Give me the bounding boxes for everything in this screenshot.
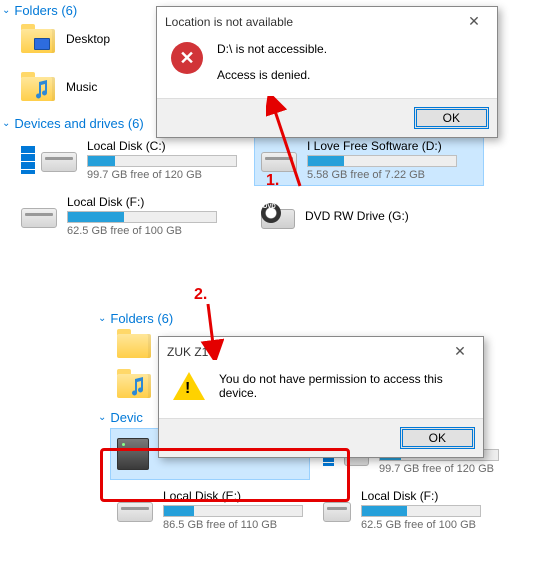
drive-name: Local Disk (F:)	[361, 489, 499, 503]
folder-icon	[20, 72, 56, 102]
annotation-arrow-2	[200, 300, 224, 360]
dialog-message-2: Access is denied.	[217, 68, 327, 82]
dialog-location-unavailable: Location is not available ✕ ✕ D:\ is not…	[156, 6, 498, 138]
chevron-down-icon: ⌄	[98, 313, 106, 324]
capacity-bar	[361, 505, 481, 517]
dialog-title: Location is not available	[165, 15, 293, 29]
chevron-down-icon: ⌄	[98, 412, 106, 423]
warning-icon	[173, 372, 205, 400]
windows-stripe-icon	[21, 146, 35, 174]
drive-free: 86.5 GB free of 110 GB	[163, 519, 303, 531]
chevron-down-icon: ⌄	[2, 5, 10, 16]
drive-icon	[41, 148, 77, 172]
drive-name: I Love Free Software (D:)	[307, 139, 477, 153]
drive-icon	[21, 204, 57, 228]
ok-button[interactable]: OK	[414, 107, 489, 129]
nested-devices-label: Devic	[110, 410, 143, 425]
nested-folders-label: Folders (6)	[110, 311, 173, 326]
ok-button[interactable]: OK	[400, 427, 475, 449]
drive-free: 5.58 GB free of 7.22 GB	[307, 169, 477, 181]
dialog-message-1: D:\ is not accessible.	[217, 42, 327, 56]
drive-name: DVD RW Drive (G:)	[305, 209, 477, 223]
error-icon: ✕	[171, 42, 203, 74]
capacity-bar	[67, 211, 217, 223]
drive-dvd-g[interactable]: DVD DVD RW Drive (G:)	[254, 190, 484, 242]
drive-free: 99.7 GB free of 120 GB	[379, 463, 499, 475]
drive-local-f[interactable]: Local Disk (F:) 62.5 GB free of 100 GB	[14, 190, 244, 242]
drive-name: Local Disk (C:)	[87, 139, 237, 153]
dialog-message: You do not have permission to access thi…	[219, 372, 469, 400]
chevron-down-icon: ⌄	[2, 118, 10, 129]
folder-icon	[116, 329, 152, 359]
capacity-bar	[87, 155, 237, 167]
folder-label: Desktop	[66, 32, 110, 46]
capacity-bar	[163, 505, 303, 517]
folder-icon	[20, 24, 56, 54]
annotation-arrow-1	[266, 96, 316, 190]
drive-free: 99.7 GB free of 120 GB	[87, 169, 237, 181]
folders-label: Folders (6)	[14, 3, 77, 18]
drive-free: 62.5 GB free of 100 GB	[67, 225, 237, 237]
dvd-icon: DVD	[261, 203, 295, 229]
close-icon[interactable]: ✕	[445, 343, 475, 360]
drive-free: 62.5 GB free of 100 GB	[361, 519, 499, 531]
folder-label: Music	[66, 80, 97, 94]
capacity-bar	[307, 155, 457, 167]
nested-folders-header[interactable]: ⌄ Folders (6)	[96, 308, 516, 329]
drive-local-c[interactable]: Local Disk (C:) 99.7 GB free of 120 GB	[14, 134, 244, 186]
drive-name: Local Disk (F:)	[67, 195, 237, 209]
folder-icon	[116, 369, 152, 399]
close-icon[interactable]: ✕	[459, 13, 489, 30]
annotation-red-box	[100, 448, 350, 502]
devices-label: Devices and drives (6)	[14, 116, 143, 131]
